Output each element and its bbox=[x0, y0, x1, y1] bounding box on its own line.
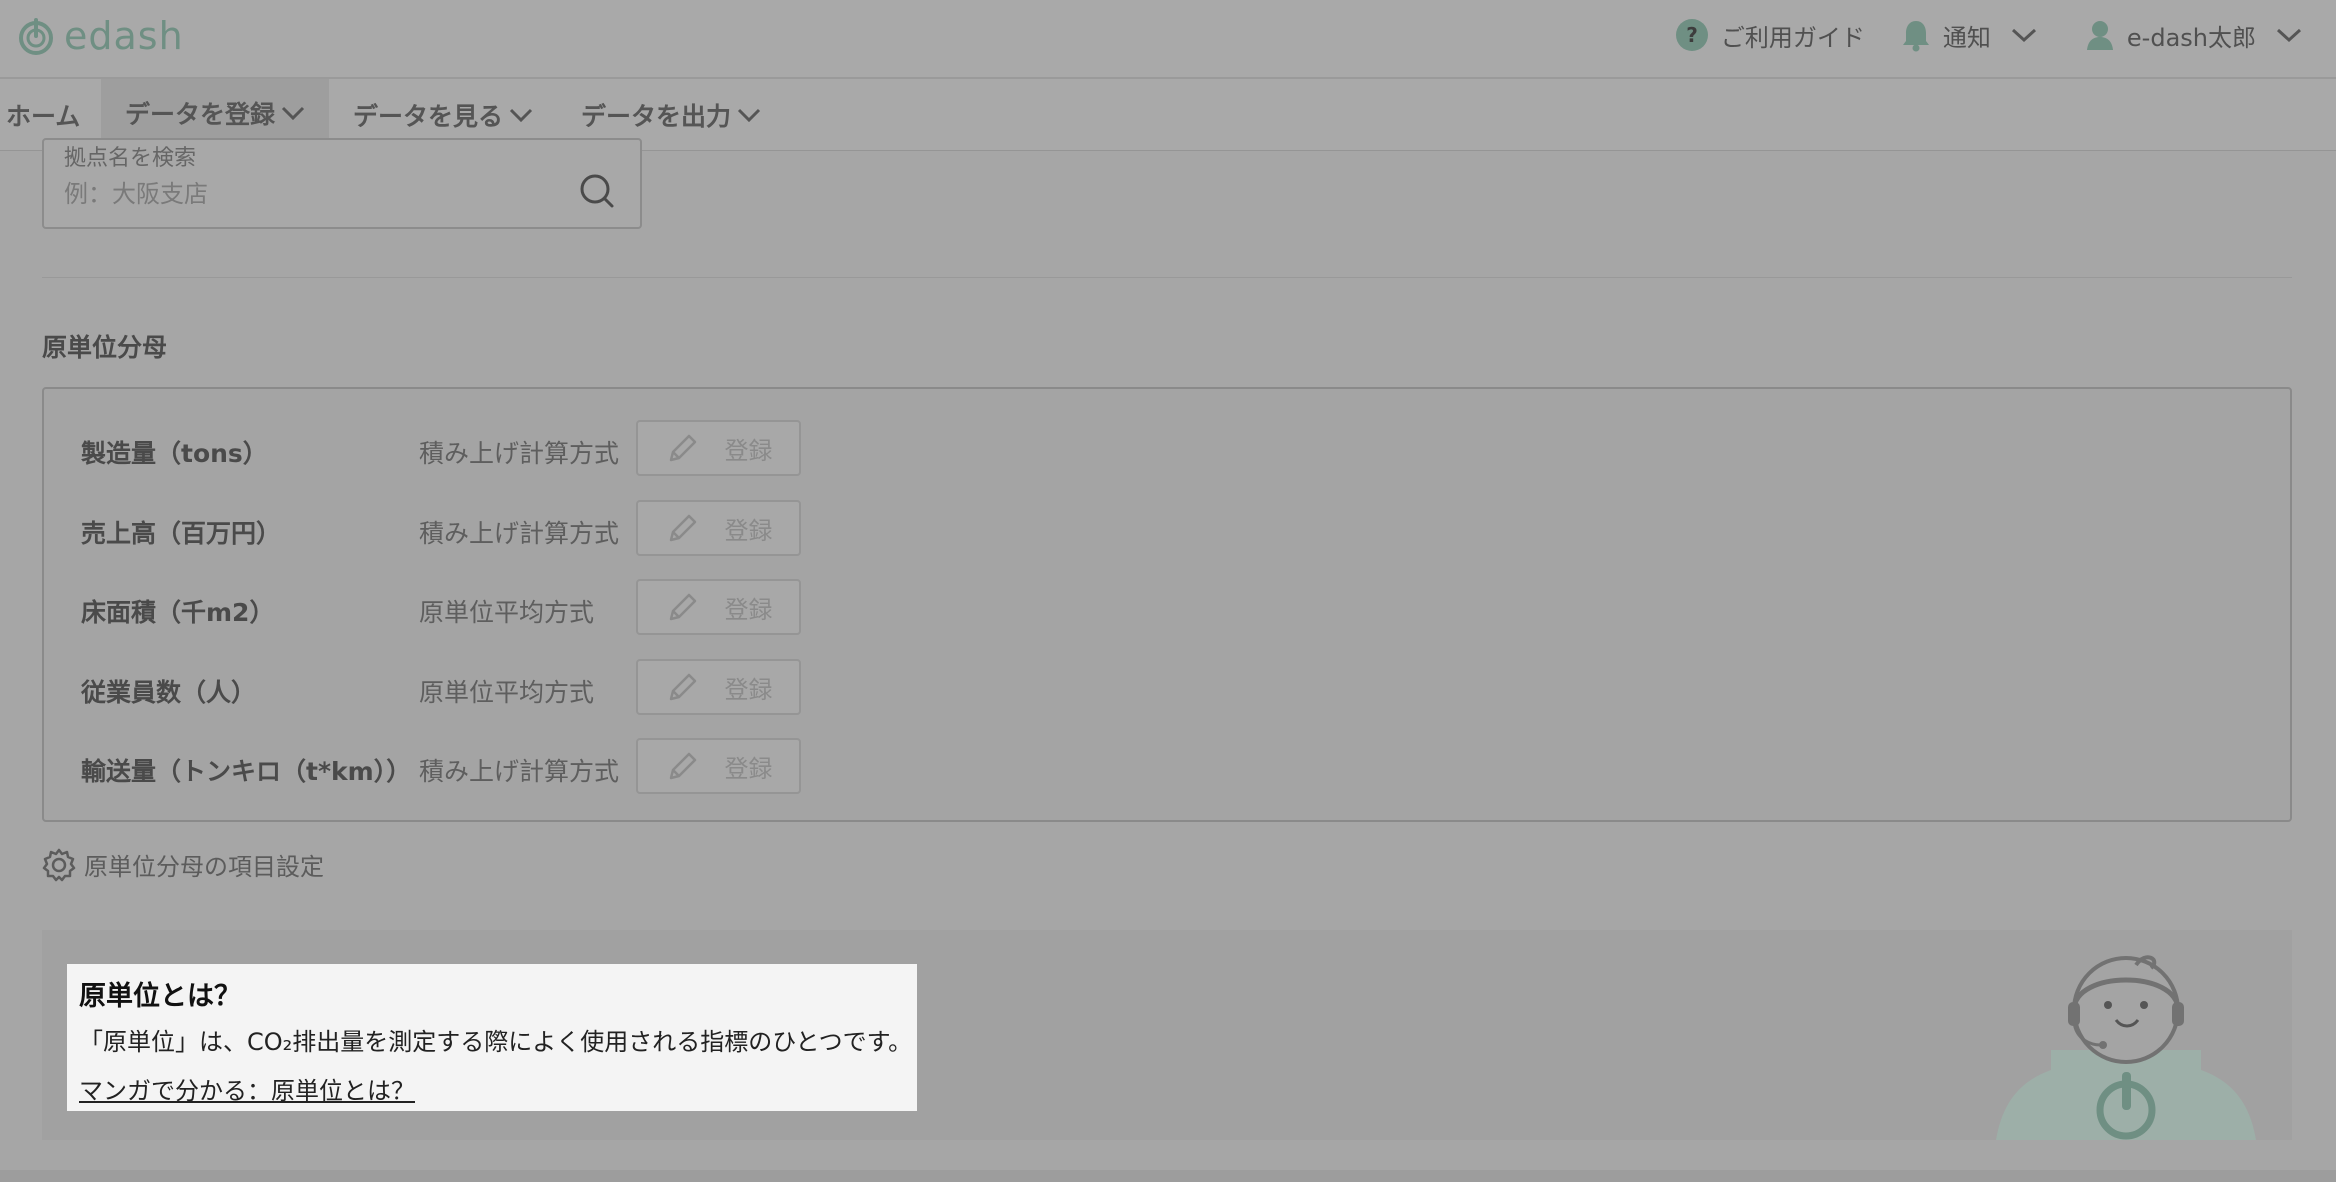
bell-icon bbox=[1902, 21, 1929, 52]
user-icon bbox=[2086, 21, 2113, 50]
section-divider bbox=[42, 277, 2292, 278]
info-highlight-card: 原単位とは？ 「原単位」は、CO₂排出量を測定する際によく使用される指標のひとつ… bbox=[67, 964, 917, 1111]
nav-view-label: データを見る bbox=[353, 102, 504, 131]
nav-export-label: データを出力 bbox=[581, 102, 732, 131]
denominator-name: 輸送量（トンキロ（t*km）） bbox=[81, 757, 412, 786]
calculation-method: 積み上げ計算方式 bbox=[419, 439, 620, 468]
register-button[interactable]: 登録 bbox=[636, 420, 801, 476]
denominator-panel: 製造量（tons） 積み上げ計算方式 登録 売上高（百万円） 積み上げ計算方式 … bbox=[42, 387, 2292, 822]
chevron-down-icon bbox=[281, 106, 305, 120]
site-search-field[interactable]: 拠点名を検索 例：大阪支店 bbox=[42, 138, 642, 229]
edash-logo[interactable]: edash bbox=[16, 14, 184, 58]
settings-link-label: 原単位分母の項目設定 bbox=[84, 853, 324, 881]
info-title: 原単位とは？ bbox=[79, 981, 241, 1012]
brand-name: edash bbox=[64, 14, 184, 58]
denominator-row: 製造量（tons） 積み上げ計算方式 登録 bbox=[44, 420, 2290, 476]
info-text: 「原単位」は、CO₂排出量を測定する際によく使用される指標のひとつです。 bbox=[79, 1028, 913, 1056]
chevron-down-icon bbox=[2011, 28, 2036, 43]
notification-label: 通知 bbox=[1942, 23, 1991, 52]
pencil-icon bbox=[669, 434, 696, 462]
guide-link[interactable]: ? ご利用ガイド bbox=[1675, 18, 1865, 53]
chevron-down-icon bbox=[2276, 28, 2302, 43]
notification-menu[interactable]: 通知 bbox=[1901, 18, 2049, 53]
denominator-row: 従業員数（人） 原単位平均方式 登録 bbox=[44, 659, 2290, 715]
denominator-name: 床面積（千m2） bbox=[81, 598, 275, 627]
register-button[interactable]: 登録 bbox=[636, 659, 801, 715]
register-label: 登録 bbox=[724, 754, 773, 783]
nav-register-label: データを登録 bbox=[125, 99, 276, 129]
top-header: edash ? ご利用ガイド 通知 e-dash太郎 bbox=[0, 0, 2336, 79]
calculation-method: 積み上げ計算方式 bbox=[419, 757, 620, 786]
denominator-row: 床面積（千m2） 原単位平均方式 登録 bbox=[44, 579, 2290, 635]
nav-home-label: ホーム bbox=[6, 102, 81, 131]
pencil-icon bbox=[669, 593, 696, 621]
denominator-name: 従業員数（人） bbox=[81, 678, 257, 707]
page-bottom-edge bbox=[0, 1170, 2336, 1182]
help-icon: ? bbox=[1675, 19, 1708, 51]
search-placeholder[interactable]: 例：大阪支店 bbox=[64, 174, 208, 209]
register-button[interactable]: 登録 bbox=[636, 579, 801, 635]
power-logo-icon bbox=[19, 18, 53, 55]
mascot-illustration bbox=[1996, 955, 2256, 1140]
register-label: 登録 bbox=[724, 675, 773, 704]
register-label: 登録 bbox=[724, 516, 773, 545]
chevron-down-icon bbox=[737, 108, 761, 122]
gear-icon bbox=[42, 848, 76, 881]
search-icon[interactable] bbox=[578, 172, 618, 212]
denominator-row: 輸送量（トンキロ（t*km）） 積み上げ計算方式 登録 bbox=[44, 738, 2290, 794]
guide-label: ご利用ガイド bbox=[1720, 23, 1865, 52]
denominator-name: 売上高（百万円） bbox=[81, 519, 282, 548]
register-button[interactable]: 登録 bbox=[636, 738, 801, 794]
denominator-row: 売上高（百万円） 積み上げ計算方式 登録 bbox=[44, 500, 2290, 556]
svg-text:?: ? bbox=[1686, 23, 1698, 47]
register-label: 登録 bbox=[724, 436, 773, 465]
pencil-icon bbox=[669, 514, 696, 542]
register-label: 登録 bbox=[724, 595, 773, 624]
denominator-settings-link[interactable]: 原単位分母の項目設定 bbox=[42, 847, 324, 882]
calculation-method: 原単位平均方式 bbox=[419, 598, 595, 627]
user-menu[interactable]: e-dash太郎 bbox=[2085, 18, 2314, 53]
chevron-down-icon bbox=[509, 108, 533, 122]
denominator-name: 製造量（tons） bbox=[81, 439, 268, 468]
calculation-method: 積み上げ計算方式 bbox=[419, 519, 620, 548]
denominator-section-title: 原単位分母 bbox=[42, 333, 168, 362]
register-button[interactable]: 登録 bbox=[636, 500, 801, 556]
calculation-method: 原単位平均方式 bbox=[419, 678, 595, 707]
manga-explainer-link[interactable]: マンガで分かる：原単位とは？ bbox=[79, 1071, 415, 1106]
user-name: e-dash太郎 bbox=[2126, 23, 2256, 52]
pencil-icon bbox=[669, 673, 696, 701]
pencil-icon bbox=[669, 752, 696, 780]
search-label: 拠点名を検索 bbox=[64, 146, 197, 171]
